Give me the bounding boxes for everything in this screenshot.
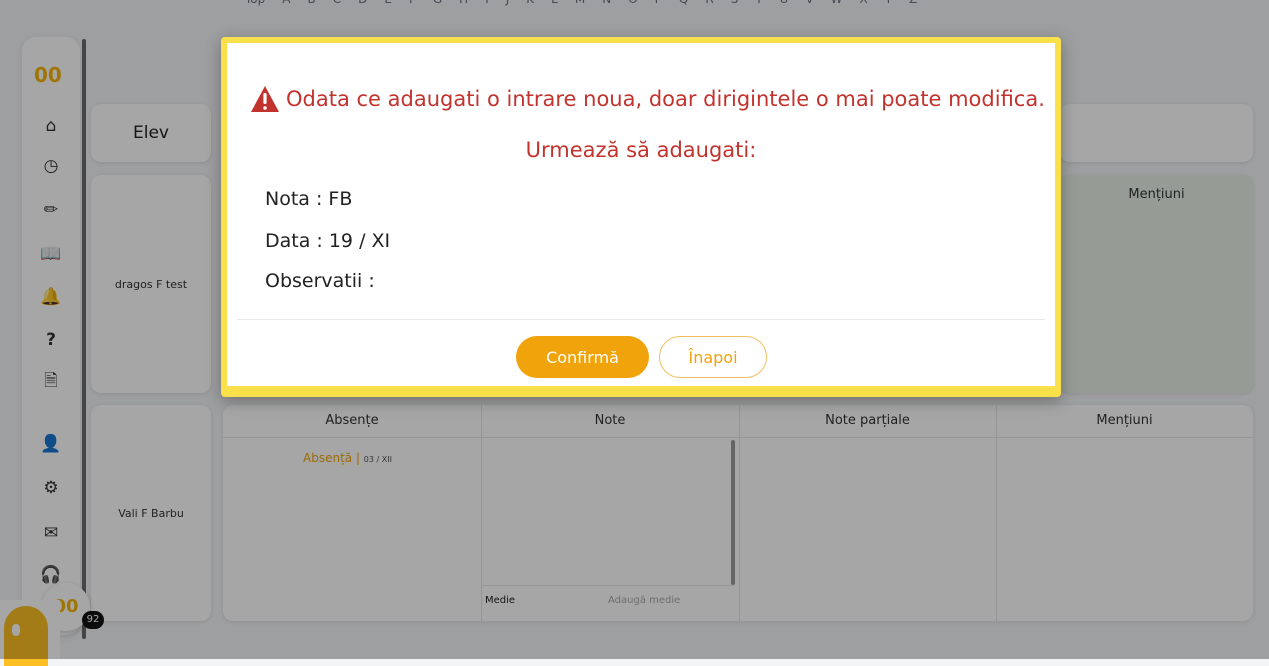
confirm-button[interactable]: Confirmă bbox=[516, 336, 649, 378]
back-button[interactable]: Înapoi bbox=[659, 336, 767, 378]
data-field: Data : 19 / XI bbox=[265, 230, 391, 252]
dialog-subtitle: Urmează să adaugati: bbox=[525, 138, 757, 162]
confirm-dialog: Odata ce adaugati o intrare noua, doar d… bbox=[221, 37, 1061, 397]
observatii-field: Observatii : bbox=[265, 270, 375, 292]
page: TopABCDEFGHIJKLMNOPQRSTUVWXYZ 00 ⌂ ◷ ✏ 📖… bbox=[0, 0, 1269, 666]
warning-icon bbox=[251, 86, 279, 112]
warning-text: Odata ce adaugati o intrare noua, doar d… bbox=[286, 87, 1045, 111]
divider bbox=[237, 319, 1045, 320]
warning-message: Odata ce adaugati o intrare noua, doar d… bbox=[250, 85, 1045, 113]
nota-field: Nota : FB bbox=[265, 188, 353, 210]
dialog-body: Odata ce adaugati o intrare noua, doar d… bbox=[227, 43, 1055, 386]
